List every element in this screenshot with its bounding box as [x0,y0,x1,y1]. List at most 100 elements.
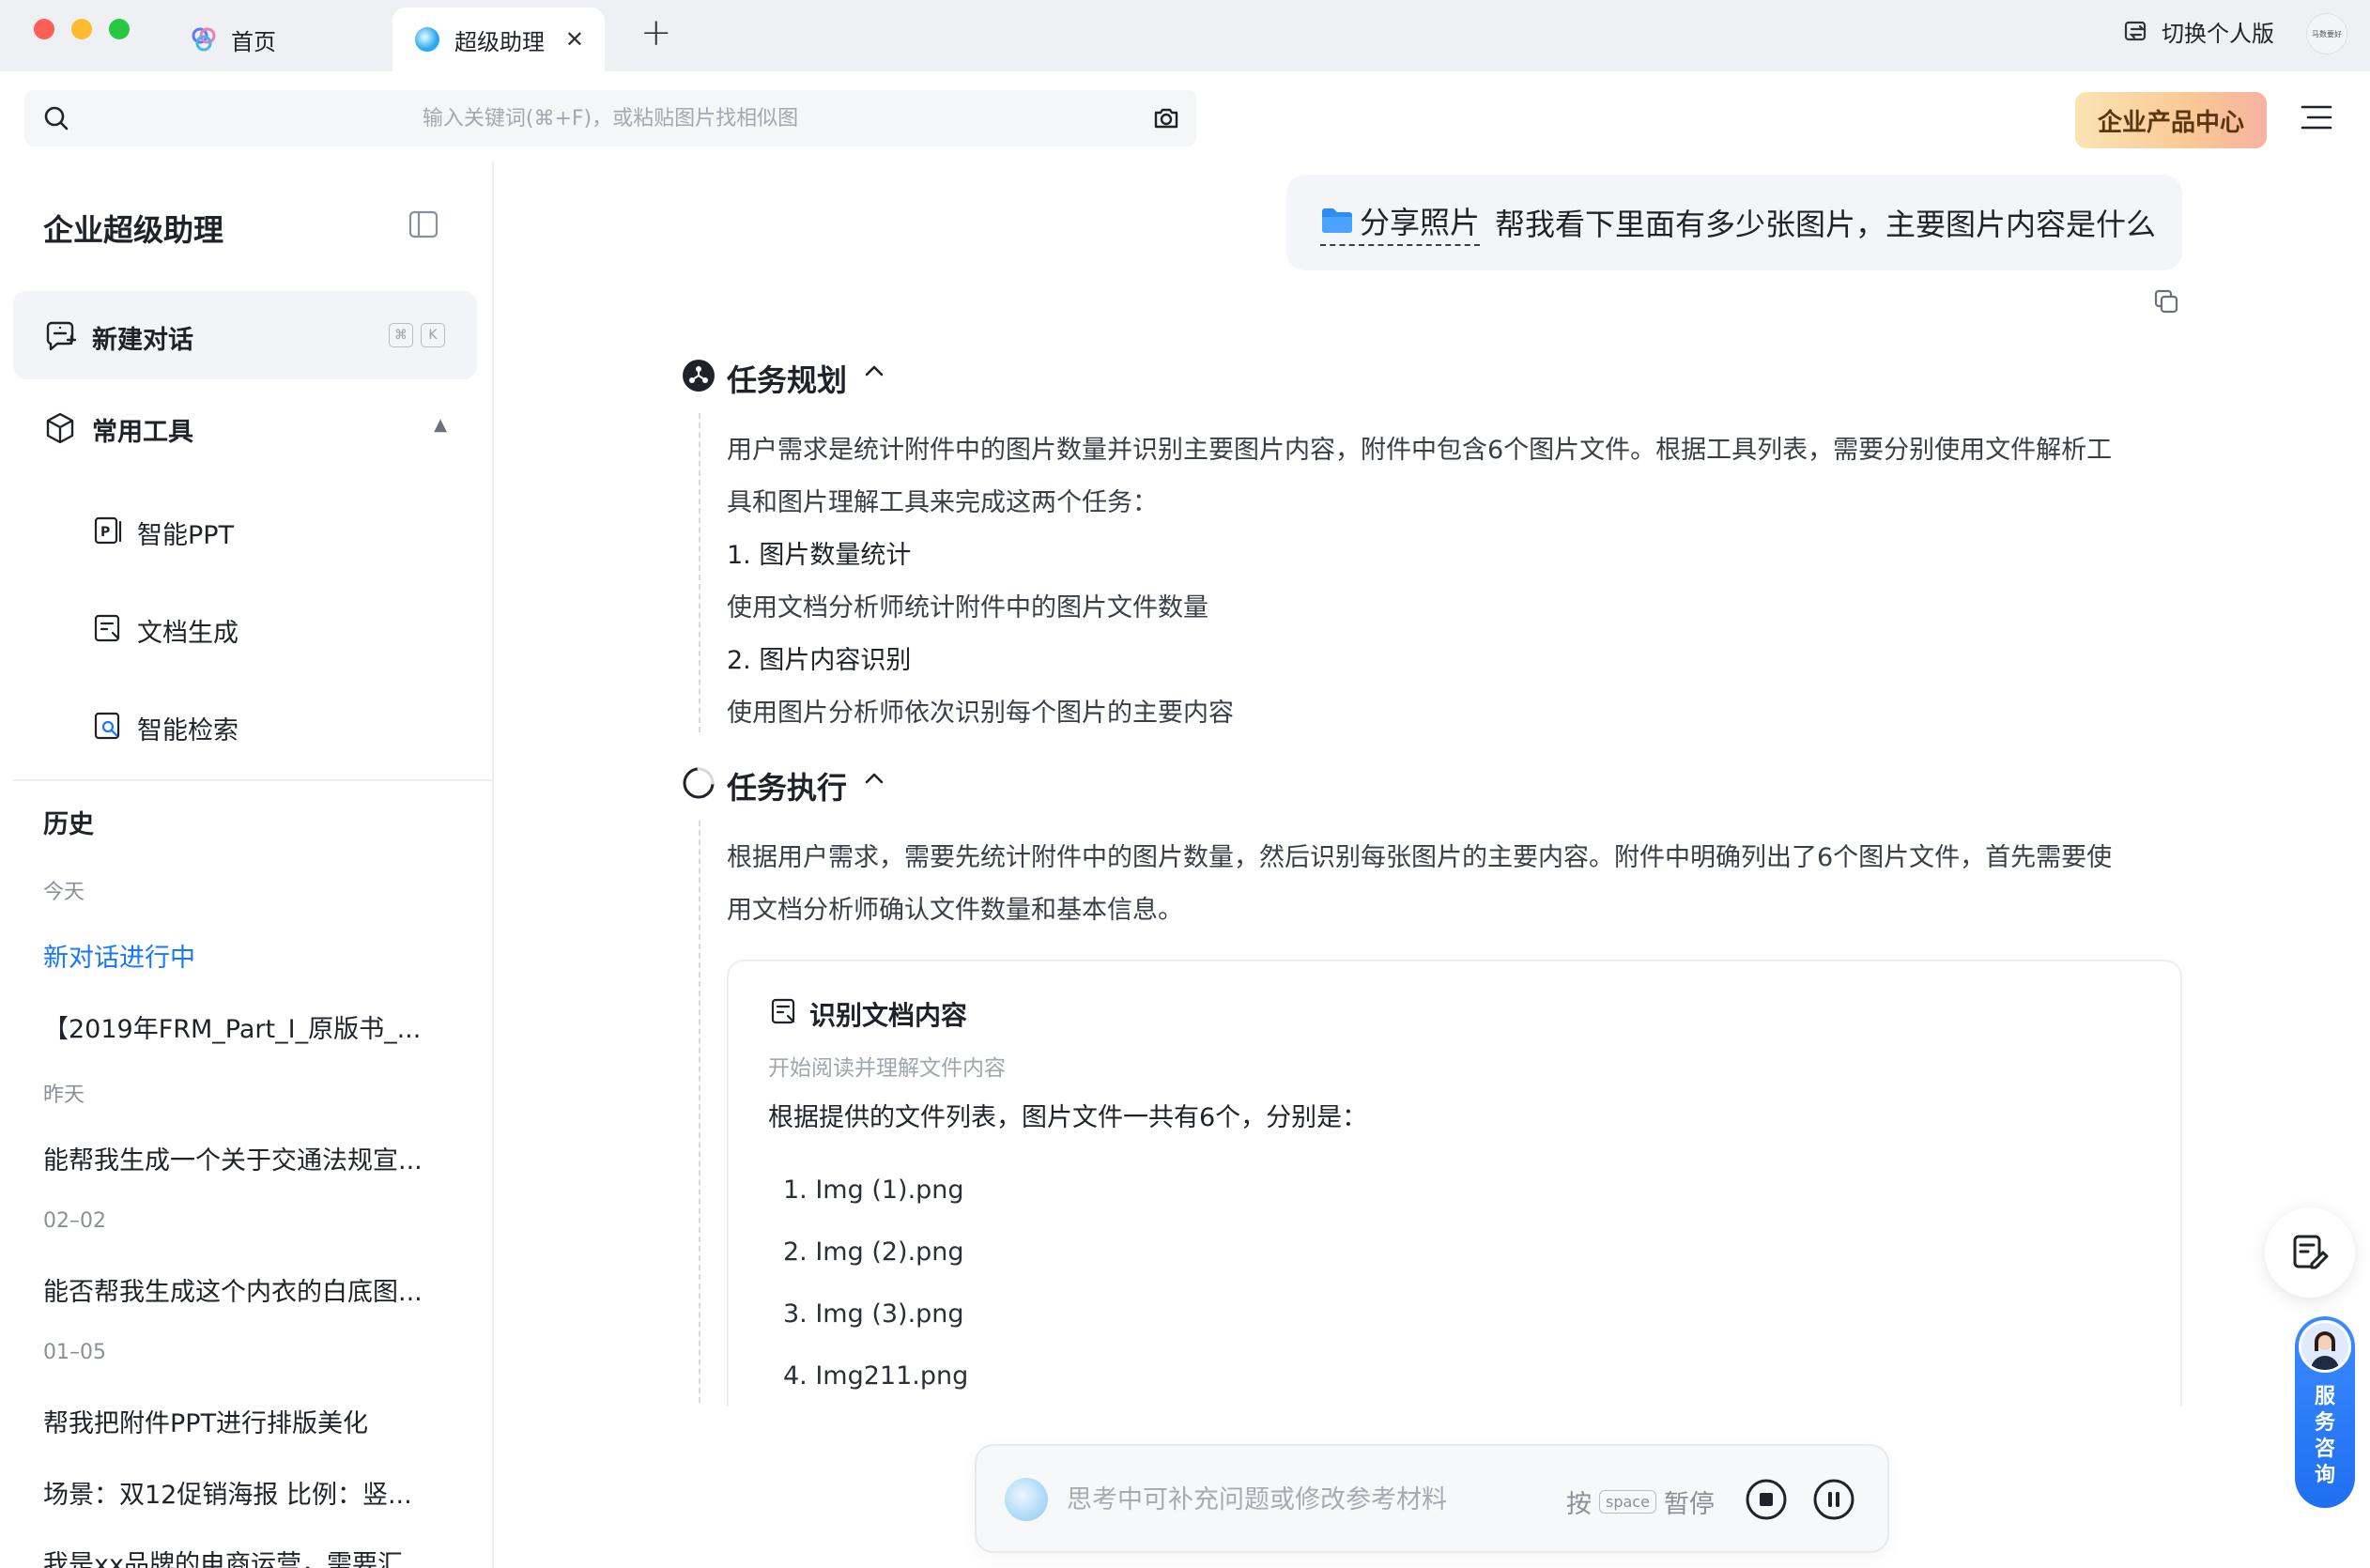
attachment-label: 分享照片 [1360,205,1481,240]
chevron-up-icon [865,365,884,377]
tab-assistant[interactable]: 超级助理 ✕ [392,8,605,71]
planning-line: 1. 图片数量统计 [727,541,912,570]
service-label-text: 服务咨询 [2314,1385,2335,1487]
avatar-text: 马数要好 [2312,29,2342,38]
user-message-bubble: 分享照片 帮我看下里面有多少张图片，主要图片内容是什么 [1286,175,2182,270]
planning-dashed-line [699,413,700,732]
loading-spinner-icon [683,767,715,799]
maximize-window-button[interactable] [109,19,130,39]
search-input[interactable] [81,90,1140,146]
service-consult-label: 服务咨询 [2295,1384,2355,1489]
tool-item-label: 智能检索 [137,716,239,746]
file-list-item: 1. Img (1).png [783,1176,964,1205]
card-text: 根据提供的文件列表，图片文件一共有6个，分别是： [768,1103,1368,1132]
space-key: space [1599,1490,1656,1514]
agent-portrait-icon [2301,1323,2348,1370]
task-execution-title: 任务执行 [727,770,848,806]
service-consult-button[interactable]: 服务咨询 [2295,1316,2355,1508]
cube-icon [46,412,74,444]
copy-icon[interactable] [2152,287,2180,315]
common-tools-toggle[interactable]: 常用工具 ▲ [43,409,447,447]
sidebar-divider [13,779,492,781]
pause-hint-prefix: 按 [1566,1490,1592,1519]
service-agent-avatar [2299,1320,2351,1373]
tab-home-label: 首页 [231,28,276,55]
user-message-text: 帮我看下里面有多少张图片，主要图片内容是什么 [1495,207,2157,242]
ppt-icon: P [94,516,122,545]
enterprise-center-label: 企业产品中心 [2097,108,2244,137]
file-list-item: 2. Img (2).png [783,1237,964,1267]
switch-icon [2124,21,2147,40]
svg-text:P: P [100,525,110,540]
pause-icon[interactable] [1812,1478,1855,1521]
card-title: 识别文档内容 [770,993,1146,1031]
enterprise-center-button[interactable]: 企业产品中心 [2075,92,2267,148]
close-window-button[interactable] [34,19,54,39]
floating-note-button[interactable] [2265,1207,2355,1298]
attachment-chip[interactable]: 分享照片 [1320,199,1481,246]
chevron-up-icon [865,773,884,784]
doc-gen-icon [94,614,120,642]
tab-home[interactable]: 首页 [169,8,385,71]
tool-result-card: 识别文档内容 开始阅读并理解文件内容 根据提供的文件列表，图片文件一共有6个，分… [727,960,2182,1407]
switch-personal-button[interactable]: 切换个人版 [2122,15,2274,48]
history-item[interactable]: 能否帮我生成这个内衣的白底图... [43,1271,447,1308]
doc-recognize-icon [771,998,795,1024]
search-bar [24,90,1196,146]
pause-hint: 按 space 暂停 [1566,1483,1715,1520]
tool-item-doc[interactable]: 文档生成 [92,610,449,648]
history-group-label: 01–05 [43,1341,106,1364]
tool-item-label: 智能PPT [137,521,235,550]
sidebar: 企业超级助理 新建对话 ⌘ K 常用工具 ▲ P 智能PPT 文档生成 智能检索… [0,161,494,1568]
home-logo-icon [192,27,216,52]
shortcut-key-k: K [421,323,445,347]
new-chat-button[interactable]: 新建对话 ⌘ K [13,291,477,379]
search-doc-icon [94,712,120,740]
history-group-label: 昨天 [43,1084,85,1107]
chat-input[interactable] [1067,1474,1593,1525]
history-group-label: 02–02 [43,1209,106,1233]
shortcut-key-cmd: ⌘ [389,323,413,347]
file-list-item: 3. Img (3).png [783,1299,964,1329]
history-item-active[interactable]: 新对话进行中 [43,937,447,974]
pause-hint-suffix: 暂停 [1663,1490,1715,1519]
tab-assistant-label: 超级助理 [454,28,545,55]
file-list-item: 4. Img211.png [783,1361,969,1391]
task-execution-toggle[interactable]: 任务执行 [682,762,963,806]
new-tab-button[interactable]: + [640,11,672,54]
assistant-orb-icon [1005,1478,1048,1521]
title-bar: 首页 超级助理 ✕ + 切换个人版 马数要好 [0,0,2370,71]
tool-item-ppt[interactable]: P 智能PPT [92,513,449,550]
planning-line: 使用图片分析师依次识别每个图片的主要内容 [727,699,1234,728]
user-avatar[interactable]: 马数要好 [2306,13,2347,54]
new-chat-label: 新建对话 [92,326,193,355]
sidebar-collapse-icon[interactable] [408,208,439,240]
tool-item-search[interactable]: 智能检索 [92,708,449,746]
card-title-label: 识别文档内容 [809,1000,968,1031]
minimize-window-button[interactable] [71,19,92,39]
folder-icon [1322,208,1352,233]
tool-item-label: 文档生成 [137,619,239,648]
history-item[interactable]: 帮我把附件PPT进行排版美化 [43,1403,447,1439]
assistant-orb-icon [415,27,439,52]
history-item[interactable]: 我是xx品牌的电商运营，需要汇... [43,1544,447,1568]
planning-line: 2. 图片内容识别 [727,646,912,675]
planning-line: 具和图片理解工具来完成这两个任务： [727,488,1158,517]
menu-icon[interactable] [2301,103,2332,131]
chat-input-bar: 按 space 暂停 [975,1444,1889,1553]
stop-icon[interactable] [1745,1478,1788,1521]
history-group-label: 今天 [43,881,85,904]
sidebar-title: 企业超级助理 [43,212,224,248]
task-planning-toggle[interactable]: 任务规划 [682,355,963,398]
tab-close-icon[interactable]: ✕ [565,26,584,53]
history-item[interactable]: 场景：双12促销海报 比例：竖... [43,1474,447,1511]
switch-personal-label: 切换个人版 [2162,21,2274,47]
planning-line: 使用文档分析师统计附件中的图片文件数量 [727,593,1208,623]
execution-line: 用文档分析师确认文件数量和基本信息。 [727,896,1183,925]
history-title: 历史 [43,810,94,839]
history-item[interactable]: 【2019年FRM_Part_I_原版书_... [43,1008,447,1045]
history-item[interactable]: 能帮我生成一个关于交通法规宣... [43,1140,447,1176]
common-tools-label: 常用工具 [92,418,193,447]
camera-icon[interactable] [1151,103,1181,133]
card-subtitle: 开始阅读并理解文件内容 [768,1056,1006,1081]
